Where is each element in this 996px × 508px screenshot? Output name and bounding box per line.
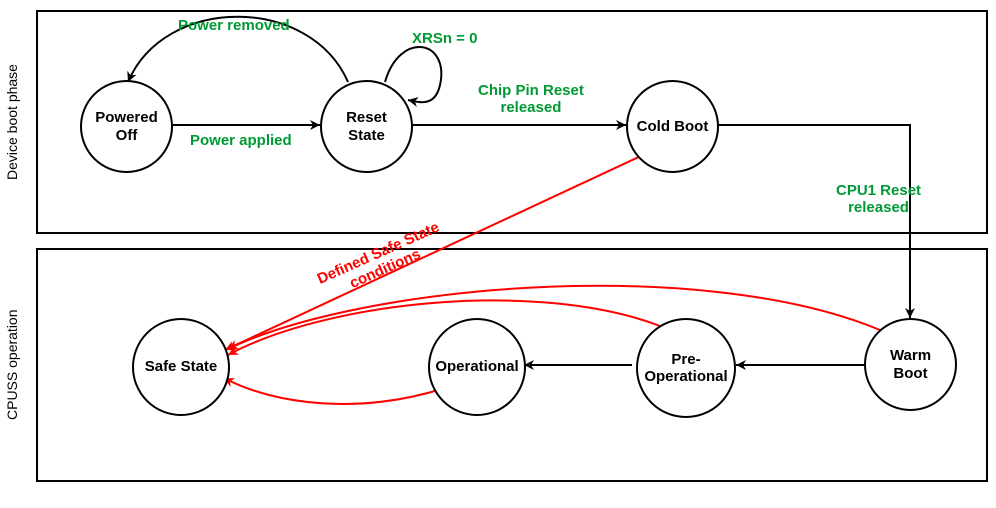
node-operational: Operational: [428, 318, 526, 416]
node-safe-state: Safe State: [132, 318, 230, 416]
label-cpu1-reset: CPU1 Resetreleased: [836, 182, 921, 217]
node-warm-boot: WarmBoot: [864, 318, 957, 411]
node-pre-operational: Pre-Operational: [636, 318, 736, 418]
label-power-removed: Power removed: [178, 17, 290, 34]
label-chip-pin-reset: Chip Pin Resetreleased: [478, 82, 584, 117]
state-diagram: Device boot phase CPUSS operation: [0, 0, 996, 508]
label-power-applied: Power applied: [190, 132, 292, 149]
label-xrsn: XRSn = 0: [412, 30, 477, 47]
node-reset-state: ResetState: [320, 80, 413, 173]
swimlane-boot-label: Device boot phase: [4, 10, 30, 234]
node-powered-off: PoweredOff: [80, 80, 173, 173]
node-cold-boot: Cold Boot: [626, 80, 719, 173]
swimlane-cpuss-label: CPUSS operation: [4, 248, 30, 482]
